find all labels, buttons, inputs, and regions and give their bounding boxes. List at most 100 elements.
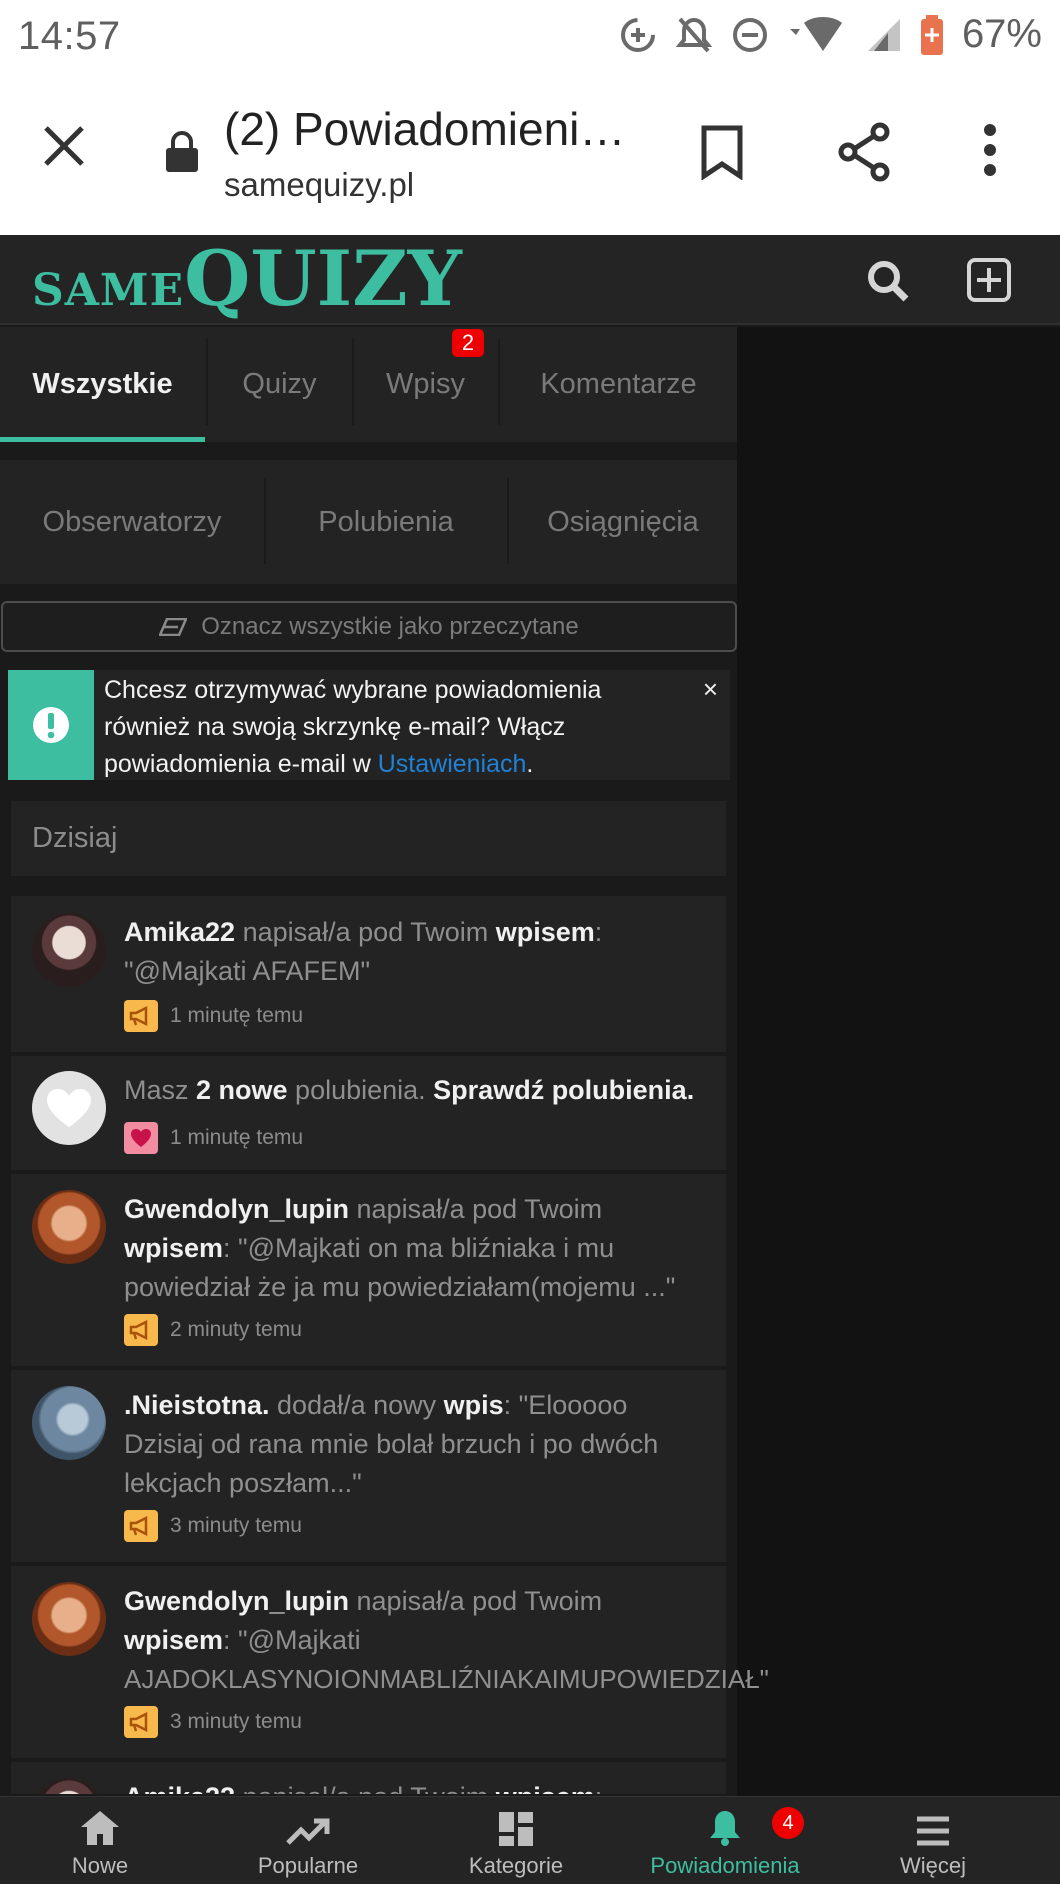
notification-item[interactable]: Amika22 napisał/a pod Twoim wpisem: bbox=[11, 1762, 726, 1796]
alert-icon-bar bbox=[8, 670, 94, 780]
notification-text: Gwendolyn_lupin napisał/a pod Twoim wpis… bbox=[124, 1586, 769, 1694]
avatar[interactable] bbox=[32, 913, 106, 987]
notifications-badge: 4 bbox=[772, 1807, 804, 1839]
nav-label: Nowe bbox=[71, 1853, 129, 1878]
nav-label: Więcej bbox=[899, 1853, 966, 1878]
bell-icon bbox=[710, 1811, 740, 1846]
notification-meta: 3 minuty temu bbox=[124, 1510, 302, 1542]
avatar[interactable] bbox=[32, 1386, 106, 1460]
more-options-icon[interactable] bbox=[980, 122, 1000, 178]
megaphone-icon bbox=[124, 1510, 158, 1542]
status-bar: 14:57 67% bbox=[0, 0, 1060, 72]
site-logo[interactable]: SAMEQUIZY bbox=[32, 241, 462, 317]
share-icon[interactable] bbox=[836, 122, 894, 182]
megaphone-icon bbox=[124, 1314, 158, 1346]
page-title: (2) Powiadomieni… bbox=[224, 103, 626, 155]
dnd-icon bbox=[732, 17, 767, 52]
avatar[interactable] bbox=[32, 1582, 106, 1656]
empty-side-panel bbox=[737, 327, 1060, 1796]
notification-text: Amika22 napisał/a pod Twoim wpisem: bbox=[124, 1778, 602, 1794]
notification-item[interactable]: Amika22 napisał/a pod Twoim wpisem: "@Ma… bbox=[11, 896, 726, 1054]
section-header-today: Dzisiaj bbox=[11, 801, 726, 876]
signal-icon bbox=[867, 18, 900, 51]
dashboard-icon bbox=[499, 1812, 533, 1846]
bookmark-icon[interactable] bbox=[700, 124, 744, 180]
megaphone-icon bbox=[124, 1706, 158, 1738]
add-content-icon[interactable] bbox=[966, 257, 1012, 303]
menu-icon bbox=[917, 1816, 949, 1846]
tab-all[interactable]: Wszystkie bbox=[0, 327, 205, 442]
notification-time: 3 minuty temu bbox=[170, 1514, 302, 1537]
nav-new[interactable]: Nowe bbox=[40, 1797, 160, 1884]
megaphone-icon bbox=[124, 1000, 158, 1032]
notification-meta: 1 minutę temu bbox=[124, 1122, 303, 1154]
notification-time: 1 minutę temu bbox=[170, 1126, 304, 1149]
notification-meta: 1 minutę temu bbox=[124, 1000, 303, 1032]
nav-categories[interactable]: Kategorie bbox=[450, 1797, 582, 1884]
avatar[interactable] bbox=[32, 1778, 106, 1794]
tab-label: Osiągnięcia bbox=[547, 505, 699, 538]
nav-more[interactable]: Więcej bbox=[878, 1797, 988, 1884]
tab-label: Wszystkie bbox=[32, 368, 173, 400]
mark-all-read-label: Oznacz wszystkie jako przeczytane bbox=[201, 612, 579, 640]
notification-item[interactable]: Masz 2 nowe polubienia. Sprawdź polubien… bbox=[11, 1056, 726, 1172]
notification-time: 1 minutę temu bbox=[170, 1004, 304, 1027]
avatar[interactable] bbox=[32, 1190, 106, 1264]
tab-label: Quizy bbox=[242, 368, 317, 400]
notification-tabs-secondary: Obserwatorzy Polubienia Osiągnięcia bbox=[0, 460, 737, 584]
home-icon bbox=[81, 1811, 119, 1845]
settings-link[interactable]: Ustawieniach bbox=[378, 750, 527, 778]
exclamation-icon bbox=[33, 707, 69, 743]
alert-text: Chcesz otrzymywać wybrane powiadomienia … bbox=[104, 676, 602, 778]
tab-quizzes[interactable]: Quizy bbox=[208, 327, 351, 442]
notification-time: 2 minuty temu bbox=[170, 1318, 302, 1341]
trending-icon bbox=[286, 1818, 330, 1845]
notification-item[interactable]: Gwendolyn_lupin napisał/a pod Twoim wpis… bbox=[11, 1174, 726, 1368]
avatar bbox=[32, 1071, 106, 1145]
notification-text: Amika22 napisał/a pod Twoim wpisem: "@Ma… bbox=[124, 917, 603, 986]
browser-toolbar: (2) Powiadomieni… samequizy.pl bbox=[0, 72, 1060, 235]
notification-tabs: Wszystkie Quizy Wpisy 2 Komentarze bbox=[0, 327, 737, 442]
tab-likes[interactable]: Polubienia bbox=[266, 460, 506, 584]
tab-label: Komentarze bbox=[540, 368, 697, 400]
status-time: 14:57 bbox=[18, 14, 121, 58]
nav-label: Powiadomienia bbox=[650, 1853, 800, 1878]
notification-text: .Nieistotna. dodał/a nowy wpis: "Elooooo… bbox=[124, 1390, 659, 1498]
search-icon[interactable] bbox=[866, 259, 910, 303]
data-saver-icon bbox=[620, 17, 655, 52]
section-label: Dzisiaj bbox=[32, 822, 118, 854]
tab-label: Obserwatorzy bbox=[42, 505, 222, 538]
eraser-icon bbox=[159, 617, 188, 636]
notification-text: Gwendolyn_lupin napisał/a pod Twoim wpis… bbox=[124, 1194, 676, 1302]
close-icon[interactable] bbox=[42, 124, 86, 168]
wifi-icon bbox=[789, 16, 842, 51]
tab-comments[interactable]: Komentarze bbox=[500, 327, 737, 442]
mark-all-read-button[interactable]: Oznacz wszystkie jako przeczytane bbox=[1, 601, 737, 652]
battery-percent: 67% bbox=[961, 12, 1042, 56]
nav-popular[interactable]: Popularne bbox=[238, 1797, 378, 1884]
notification-text: Masz 2 nowe polubienia. Sprawdź polubien… bbox=[124, 1075, 695, 1105]
notifications-off-icon bbox=[675, 17, 712, 52]
notification-item[interactable]: Gwendolyn_lupin napisał/a pod Twoim wpis… bbox=[11, 1566, 769, 1760]
tab-achievements[interactable]: Osiągnięcia bbox=[509, 460, 737, 584]
notification-item[interactable]: .Nieistotna. dodał/a nowy wpis: "Elooooo… bbox=[11, 1370, 726, 1564]
tab-label: Polubienia bbox=[318, 505, 454, 538]
heart-icon bbox=[124, 1122, 158, 1154]
nav-label: Kategorie bbox=[468, 1853, 564, 1878]
notification-time: 3 minuty temu bbox=[170, 1710, 302, 1733]
tab-label: Wpisy bbox=[386, 368, 465, 400]
bottom-navigation: Nowe Popularne Kategorie Powiadomienia 4… bbox=[0, 1796, 1060, 1884]
notification-meta: 3 minuty temu bbox=[124, 1706, 302, 1738]
nav-label: Popularne bbox=[257, 1853, 359, 1878]
check-likes-link[interactable]: Sprawdź polubienia. bbox=[433, 1075, 694, 1105]
tab-followers[interactable]: Obserwatorzy bbox=[0, 460, 264, 584]
active-tab-indicator bbox=[0, 437, 205, 442]
alert-close-button[interactable]: × bbox=[703, 674, 718, 705]
heart-icon bbox=[47, 1089, 91, 1127]
posts-badge: 2 bbox=[452, 329, 484, 357]
lock-icon[interactable] bbox=[164, 130, 200, 174]
site-header: SAMEQUIZY bbox=[0, 235, 1060, 325]
email-notifications-alert: Chcesz otrzymywać wybrane powiadomienia … bbox=[8, 670, 730, 780]
notification-meta: 2 minuty temu bbox=[124, 1314, 302, 1346]
page-domain: samequizy.pl bbox=[224, 166, 415, 203]
